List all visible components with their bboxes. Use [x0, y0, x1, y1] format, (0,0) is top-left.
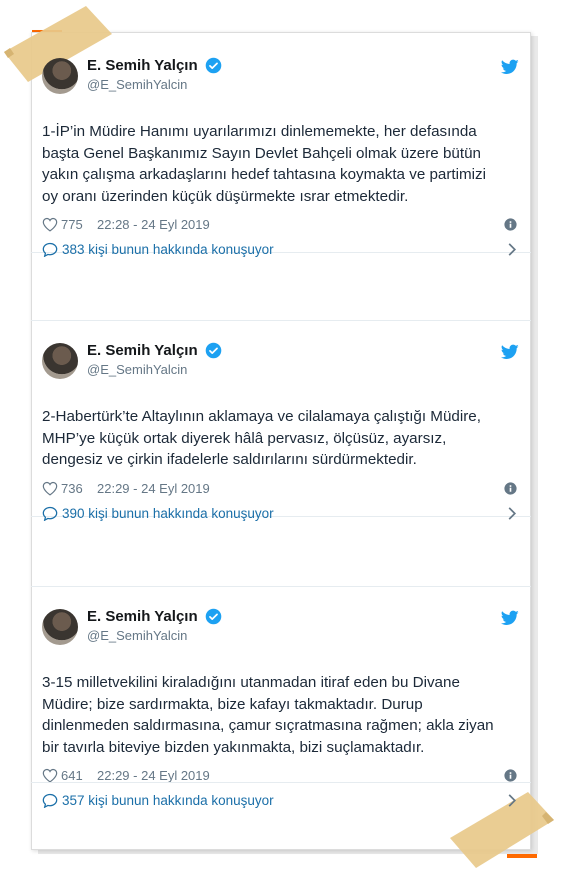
heart-icon[interactable] [42, 217, 58, 232]
heart-icon[interactable] [42, 481, 58, 496]
avatar[interactable] [42, 58, 78, 94]
comment-bubble-icon [42, 793, 58, 808]
tweet-author: E. Semih Yalçın @E_SemihYalcin [31, 55, 531, 99]
conversation-count-label[interactable]: 383 kişi bunun hakkında konuşuyor [62, 242, 274, 257]
tweet-text: 2-Habertürk’te Altaylının aklamaya ve ci… [42, 408, 481, 468]
twitter-bird-icon[interactable] [501, 610, 519, 626]
avatar[interactable] [42, 609, 78, 645]
chevron-right-icon[interactable] [507, 793, 517, 808]
info-icon[interactable] [504, 218, 517, 231]
chevron-right-icon[interactable] [507, 242, 517, 257]
user-handle[interactable]: @E_SemihYalcin [87, 628, 222, 643]
like-count[interactable]: 641 [61, 768, 83, 783]
like-count[interactable]: 775 [61, 217, 83, 232]
tweet-text: 3-15 milletvekilini kiraladığını utanmad… [42, 674, 494, 756]
twitter-bird-icon[interactable] [501, 59, 519, 75]
tweet-author: E. Semih Yalçın @E_SemihYalcin [31, 340, 531, 384]
info-icon[interactable] [504, 481, 517, 495]
timestamp[interactable]: 22:28 - 24 Eyl 2019 [97, 217, 210, 232]
timestamp[interactable]: 22:29 - 24 Eyl 2019 [97, 481, 210, 496]
twitter-bird-icon[interactable] [501, 344, 519, 360]
tweet-separator [31, 320, 531, 321]
conversation-link[interactable]: 357 kişi bunun hakkında konuşuyor [31, 783, 531, 819]
tweet-card: E. Semih Yalçın @E_SemihYalcin 2-Habertü… [31, 340, 531, 521]
heart-icon[interactable] [42, 768, 58, 783]
conversation-count-label[interactable]: 357 kişi bunun hakkında konuşuyor [62, 793, 274, 808]
display-name[interactable]: E. Semih Yalçın [87, 608, 198, 625]
tweet-card: E. Semih Yalçın @E_SemihYalcin 1-İP’in M… [31, 55, 531, 257]
user-handle[interactable]: @E_SemihYalcin [87, 77, 222, 92]
avatar[interactable] [42, 343, 78, 379]
conversation-count-label[interactable]: 390 kişi bunun hakkında konuşuyor [62, 506, 274, 521]
comment-bubble-icon [42, 506, 58, 521]
verified-badge-icon [205, 608, 222, 625]
like-count[interactable]: 736 [61, 481, 83, 496]
timestamp[interactable]: 22:29 - 24 Eyl 2019 [97, 768, 210, 783]
display-name[interactable]: E. Semih Yalçın [87, 342, 198, 359]
tweet-card: E. Semih Yalçın @E_SemihYalcin 3-15 mill… [31, 606, 531, 808]
tweet-separator [31, 586, 531, 587]
user-handle[interactable]: @E_SemihYalcin [87, 362, 222, 377]
conversation-link[interactable]: 383 kişi bunun hakkında konuşuyor [31, 232, 531, 268]
conversation-link[interactable]: 390 kişi bunun hakkında konuşuyor [31, 496, 531, 532]
comment-bubble-icon [42, 242, 58, 257]
tweet-text: 1-İP’in Müdire Hanımı uyarılarımızı dinl… [42, 123, 487, 205]
chevron-right-icon[interactable] [507, 506, 517, 521]
info-icon[interactable] [504, 769, 517, 782]
tweet-author: E. Semih Yalçın @E_SemihYalcin [31, 606, 531, 650]
verified-badge-icon [205, 342, 222, 359]
display-name[interactable]: E. Semih Yalçın [87, 57, 198, 74]
verified-badge-icon [205, 57, 222, 74]
